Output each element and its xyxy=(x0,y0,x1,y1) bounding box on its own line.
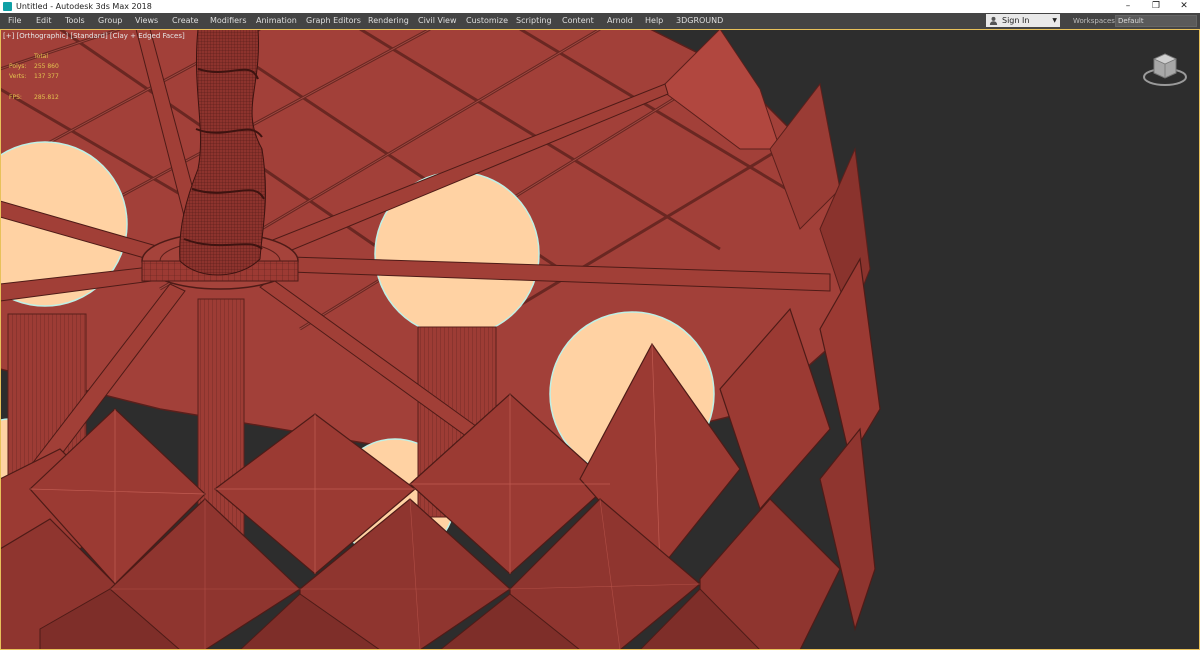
viewcube-icon[interactable] xyxy=(1140,49,1190,91)
menu-views[interactable]: Views xyxy=(135,13,158,29)
menu-scripting[interactable]: Scripting xyxy=(516,13,552,29)
stats-fps-label: FPS: xyxy=(9,94,22,101)
stats-verts-label: Verts: xyxy=(9,73,27,80)
sign-in-label: Sign In xyxy=(1002,16,1030,25)
sign-in-dropdown[interactable]: Sign In ▼ xyxy=(986,14,1060,27)
menu-modifiers[interactable]: Modifiers xyxy=(210,13,247,29)
perspective-viewport[interactable]: [+] [Orthographic] [Standard] [Clay + Ed… xyxy=(0,29,1200,650)
stats-verts-value: 137 377 xyxy=(34,73,59,80)
menu-edit[interactable]: Edit xyxy=(36,13,52,29)
stats-total-label: Total xyxy=(34,53,49,60)
menu-create[interactable]: Create xyxy=(172,13,199,29)
window-title: Untitled - Autodesk 3ds Max 2018 xyxy=(16,2,152,11)
menu-civil-view[interactable]: Civil View xyxy=(418,13,457,29)
user-icon xyxy=(989,16,998,25)
menu-tools[interactable]: Tools xyxy=(65,13,85,29)
menu-file[interactable]: File xyxy=(8,13,21,29)
menu-content[interactable]: Content xyxy=(562,13,594,29)
stats-fps-value: 285.812 xyxy=(34,94,59,101)
stats-polys-value: 255 860 xyxy=(34,63,59,70)
menu-rendering[interactable]: Rendering xyxy=(368,13,409,29)
menu-bar: File Edit Tools Group Views Create Modif… xyxy=(0,13,1200,29)
chevron-down-icon: ▼ xyxy=(1052,17,1057,24)
restore-button[interactable]: ❐ xyxy=(1142,0,1170,13)
title-bar: Untitled - Autodesk 3ds Max 2018 – ❐ ✕ xyxy=(0,0,1200,13)
chandelier-model[interactable] xyxy=(0,29,1200,650)
menu-animation[interactable]: Animation xyxy=(256,13,297,29)
menu-graph-editors[interactable]: Graph Editors xyxy=(306,13,361,29)
workspaces-label: Workspaces: xyxy=(1073,17,1118,25)
menu-help[interactable]: Help xyxy=(645,13,663,29)
workspaces-select[interactable]: Default xyxy=(1115,15,1197,27)
minimize-button[interactable]: – xyxy=(1114,0,1142,13)
menu-arnold[interactable]: Arnold xyxy=(607,13,633,29)
menu-customize[interactable]: Customize xyxy=(466,13,508,29)
app-logo-icon xyxy=(3,2,12,11)
menu-group[interactable]: Group xyxy=(98,13,122,29)
menu-3dground[interactable]: 3DGROUND xyxy=(676,13,723,29)
viewport-label[interactable]: [+] [Orthographic] [Standard] [Clay + Ed… xyxy=(3,32,185,40)
stats-polys-label: Polys: xyxy=(9,63,27,70)
close-button[interactable]: ✕ xyxy=(1170,0,1198,13)
